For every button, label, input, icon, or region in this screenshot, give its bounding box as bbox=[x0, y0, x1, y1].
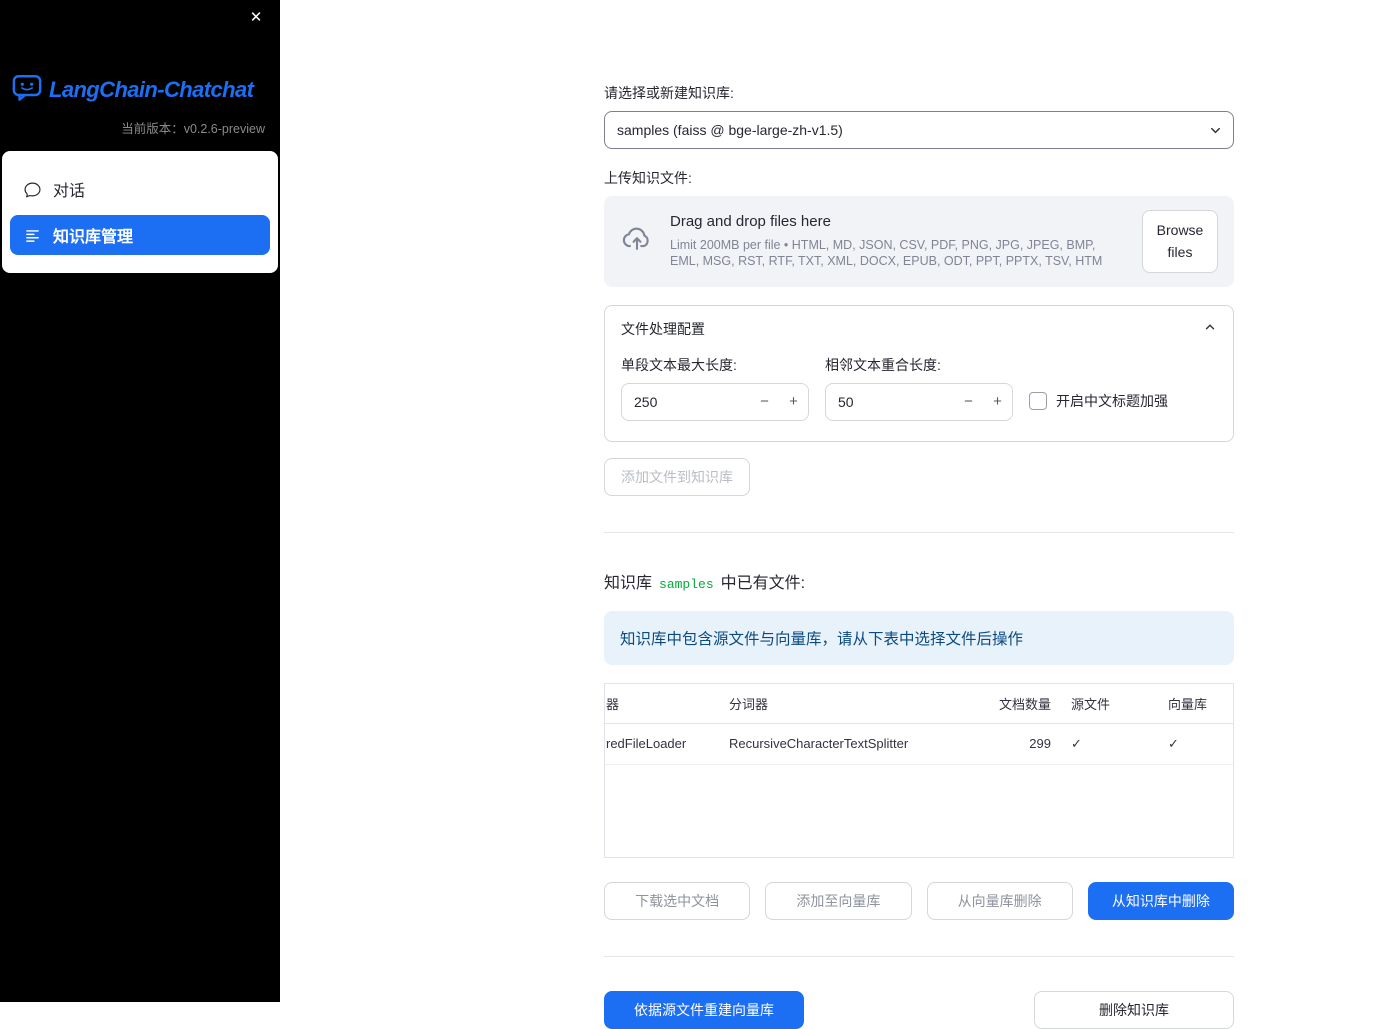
version-label: 当前版本：v0.2.6-preview bbox=[121, 122, 265, 136]
file-config-expander: 文件处理配置 单段文本最大长度: 250 − + 相邻文本重合长度: 50 − … bbox=[604, 304, 1234, 442]
expander-body: 单段文本最大长度: 250 − + 相邻文本重合长度: 50 − + 开启中文标… bbox=[605, 349, 1233, 441]
logo-chat-icon bbox=[12, 74, 42, 106]
rebuild-vectorstore-button[interactable]: 依据源文件重建向量库 bbox=[604, 990, 804, 1029]
browse-files-button[interactable]: Browse files bbox=[1142, 210, 1218, 273]
content-column: 请选择或新建知识库: samples (faiss @ bge-large-zh… bbox=[604, 0, 1234, 1029]
dropzone-limits: Limit 200MB per file • HTML, MD, JSON, C… bbox=[670, 237, 1103, 269]
cell-loader: redFileLoader bbox=[606, 736, 687, 752]
column-header-loader[interactable]: 器 bbox=[605, 694, 719, 713]
zh-title-field: 开启中文标题加强 bbox=[1029, 391, 1217, 421]
overlap-decrement-button[interactable]: − bbox=[954, 383, 983, 420]
expander-header[interactable]: 文件处理配置 bbox=[605, 306, 1233, 349]
add-files-to-kb-button[interactable]: 添加文件到知识库 bbox=[604, 457, 750, 496]
cell-doc-count: 299 bbox=[1029, 736, 1051, 752]
column-header-splitter[interactable]: 分词器 bbox=[719, 694, 948, 713]
main-area: 请选择或新建知识库: samples (faiss @ bge-large-zh… bbox=[280, 0, 1380, 1029]
cell-source-check: ✓ bbox=[1071, 735, 1082, 751]
sidebar-item-chat[interactable]: 对话 bbox=[10, 169, 270, 209]
kb-select-label: 请选择或新建知识库: bbox=[604, 85, 734, 101]
chunk-size-field: 单段文本最大长度: 250 − + bbox=[621, 355, 809, 421]
chevron-up-icon bbox=[1203, 320, 1217, 337]
overlap-label: 相邻文本重合长度: bbox=[825, 356, 941, 373]
kb-select[interactable]: samples (faiss @ bge-large-zh-v1.5) bbox=[604, 111, 1234, 149]
bottom-actions: 依据源文件重建向量库 删除知识库 bbox=[604, 990, 1234, 1029]
sidebar: ✕ LangChain-Chatchat 当前版本：v0.2.6-preview bbox=[0, 0, 280, 1002]
chunk-size-increment-button[interactable]: + bbox=[779, 383, 808, 420]
expander-title: 文件处理配置 bbox=[621, 320, 705, 337]
existing-files-line: 知识库 samples 中已有文件: bbox=[604, 569, 1234, 593]
chunk-size-decrement-button[interactable]: − bbox=[750, 383, 779, 420]
chevron-down-icon bbox=[1208, 123, 1223, 138]
sidebar-close-button[interactable]: ✕ bbox=[244, 6, 268, 30]
zh-title-checkbox-label: 开启中文标题加强 bbox=[1056, 392, 1168, 409]
delete-from-vectorstore-button[interactable]: 从向量库删除 bbox=[926, 881, 1073, 920]
divider bbox=[604, 955, 1234, 957]
delete-from-kb-button[interactable]: 从知识库中删除 bbox=[1087, 881, 1234, 920]
chunk-size-label: 单段文本最大长度: bbox=[621, 356, 737, 373]
table-header-row: 器 分词器 文档数量 源文件 向量库 bbox=[605, 684, 1233, 724]
row-actions: 下载选中文档 添加至向量库 从向量库删除 从知识库中删除 bbox=[604, 881, 1234, 920]
dropzone-text: Drag and drop files here Limit 200MB per… bbox=[670, 213, 1126, 271]
column-header-source-file[interactable]: 源文件 bbox=[1061, 694, 1158, 713]
upload-label: 上传知识文件: bbox=[604, 170, 692, 186]
bottom-spacer bbox=[819, 991, 1019, 1029]
dropzone-title: Drag and drop files here bbox=[670, 212, 831, 230]
kb-name-code: samples bbox=[659, 576, 714, 592]
cell-splitter: RecursiveCharacterTextSplitter bbox=[729, 736, 909, 752]
sidebar-item-label: 对话 bbox=[53, 183, 86, 200]
zh-title-checkbox-row[interactable]: 开启中文标题加强 bbox=[1029, 391, 1217, 421]
chunk-size-input[interactable]: 250 − + bbox=[621, 382, 809, 421]
table-row[interactable]: redFileLoader RecursiveCharacterTextSpli… bbox=[605, 724, 1233, 765]
existing-files-suffix: 中已有文件: bbox=[720, 574, 806, 592]
delete-kb-button[interactable]: 删除知识库 bbox=[1034, 990, 1234, 1029]
checkbox-unchecked-icon[interactable] bbox=[1029, 391, 1047, 410]
files-table[interactable]: 器 分词器 文档数量 源文件 向量库 redFileLoader Recursi… bbox=[604, 682, 1234, 858]
cloud-upload-icon bbox=[620, 222, 654, 261]
cell-vector-check: ✓ bbox=[1168, 735, 1179, 751]
kb-select-value: samples (faiss @ bge-large-zh-v1.5) bbox=[617, 122, 843, 138]
overlap-value: 50 bbox=[838, 393, 854, 410]
overlap-increment-button[interactable]: + bbox=[983, 383, 1012, 420]
logo-text: LangChain-Chatchat bbox=[49, 77, 254, 102]
app-window: ✕ LangChain-Chatchat 当前版本：v0.2.6-preview bbox=[0, 0, 1380, 1029]
app-logo: LangChain-Chatchat bbox=[0, 74, 280, 106]
close-icon: ✕ bbox=[249, 9, 263, 26]
info-alert: 知识库中包含源文件与向量库，请从下表中选择文件后操作 bbox=[604, 610, 1234, 665]
file-dropzone[interactable]: Drag and drop files here Limit 200MB per… bbox=[604, 196, 1234, 287]
overlap-input[interactable]: 50 − + bbox=[825, 382, 1013, 421]
sidebar-item-knowledge-base[interactable]: 知识库管理 bbox=[10, 215, 270, 255]
chunk-size-value: 250 bbox=[634, 393, 658, 410]
list-lines-icon bbox=[24, 227, 41, 244]
existing-files-prefix: 知识库 bbox=[604, 574, 653, 592]
overlap-field: 相邻文本重合长度: 50 − + bbox=[825, 355, 1013, 421]
column-header-vector-store[interactable]: 向量库 bbox=[1158, 694, 1233, 713]
chat-bubble-icon bbox=[24, 181, 41, 198]
sidebar-menu: 对话 知识库管理 bbox=[2, 151, 278, 273]
download-selected-button[interactable]: 下载选中文档 bbox=[604, 881, 751, 920]
add-to-vectorstore-button[interactable]: 添加至向量库 bbox=[765, 881, 912, 920]
sidebar-item-label: 知识库管理 bbox=[53, 229, 134, 246]
column-header-doc-count[interactable]: 文档数量 bbox=[948, 694, 1061, 713]
divider bbox=[604, 531, 1234, 533]
